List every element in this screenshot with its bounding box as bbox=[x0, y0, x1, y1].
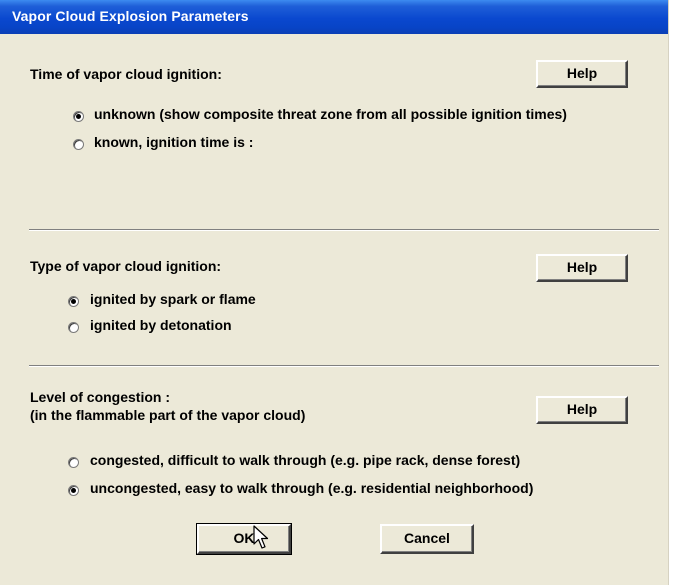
window-title: Vapor Cloud Explosion Parameters bbox=[12, 8, 249, 24]
mouse-pointer-icon bbox=[253, 525, 269, 549]
option-label: ignited by detonation bbox=[90, 317, 232, 333]
radio-button[interactable] bbox=[73, 139, 84, 150]
ignition-type-heading: Type of vapor cloud ignition: bbox=[30, 258, 222, 274]
section-divider bbox=[29, 229, 659, 231]
option-label: known, ignition time is : bbox=[94, 134, 254, 150]
option-label: congested, difficult to walk through (e.… bbox=[90, 452, 521, 468]
radio-button[interactable] bbox=[68, 457, 79, 468]
title-bar[interactable]: Vapor Cloud Explosion Parameters bbox=[0, 0, 668, 34]
ignition-time-heading: Time of vapor cloud ignition: bbox=[30, 66, 222, 82]
cancel-button[interactable]: Cancel bbox=[380, 524, 474, 554]
ok-button[interactable]: OK bbox=[196, 523, 292, 555]
congestion-heading: Level of congestion : bbox=[30, 389, 171, 405]
radio-selected-dot bbox=[71, 299, 76, 304]
radio-button[interactable] bbox=[68, 296, 79, 307]
section-divider bbox=[29, 365, 659, 367]
ignition-time-help-button[interactable]: Help bbox=[536, 60, 628, 88]
radio-selected-dot bbox=[71, 488, 76, 493]
congestion-subheading: (in the flammable part of the vapor clou… bbox=[30, 407, 306, 423]
radio-button[interactable] bbox=[68, 485, 79, 496]
radio-button[interactable] bbox=[68, 322, 79, 333]
ignition-type-help-button[interactable]: Help bbox=[536, 254, 628, 282]
dialog-window: Vapor Cloud Explosion Parameters Time of… bbox=[0, 0, 669, 585]
option-label: unknown (show composite threat zone from… bbox=[94, 106, 567, 122]
radio-button[interactable] bbox=[73, 111, 84, 122]
option-label: uncongested, easy to walk through (e.g. … bbox=[90, 480, 534, 496]
congestion-help-button[interactable]: Help bbox=[536, 396, 628, 424]
option-label: ignited by spark or flame bbox=[90, 291, 256, 307]
radio-selected-dot bbox=[76, 114, 81, 119]
